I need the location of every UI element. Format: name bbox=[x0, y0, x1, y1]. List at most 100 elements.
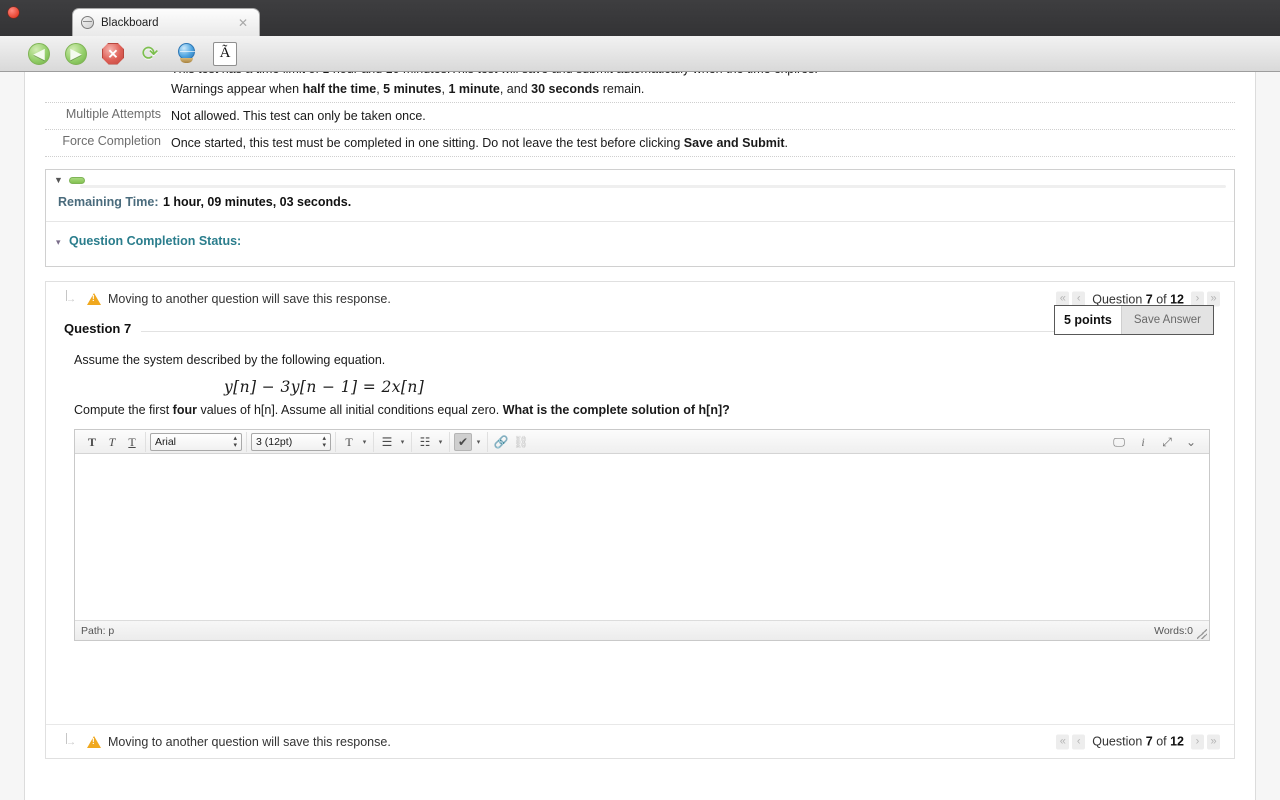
font-size-select[interactable]: 3 (12pt) ▴ ▾ bbox=[251, 432, 331, 451]
save-response-warning-bottom: Moving to another question will save thi… bbox=[64, 732, 391, 749]
table-row: Force Completion Once started, this test… bbox=[45, 130, 1235, 157]
chevron-down-icon[interactable]: ▾ bbox=[474, 433, 483, 451]
chevron-down-icon[interactable]: ▾ bbox=[360, 433, 369, 451]
globe-icon bbox=[81, 16, 94, 29]
reload-button[interactable]: ⟳ bbox=[137, 41, 163, 67]
warning-text: Moving to another question will save thi… bbox=[108, 734, 391, 749]
first-question-button[interactable]: « bbox=[1056, 734, 1070, 749]
numbered-list-group: ☷ ▾ bbox=[412, 431, 450, 452]
table-row: Timed Test This test has a time limit of… bbox=[45, 72, 1235, 103]
info-value: This test has a time limit of 1 hour and… bbox=[171, 72, 818, 99]
remaining-time-label: Remaining Time: bbox=[58, 195, 159, 209]
resize-handle[interactable] bbox=[1197, 629, 1207, 639]
spellcheck-group: ✔ ▾ bbox=[450, 431, 488, 452]
font-size-group: 3 (12pt) ▴ ▾ bbox=[247, 431, 336, 452]
globe-icon bbox=[178, 42, 195, 60]
table-row: Multiple Attempts Not allowed. This test… bbox=[45, 103, 1235, 130]
text-style-group: T T T bbox=[79, 431, 146, 452]
font-family-select[interactable]: Arial ▴ ▾ bbox=[150, 432, 242, 451]
link-group: 🔗 ⛓ bbox=[488, 432, 534, 452]
window-close-button[interactable] bbox=[8, 7, 19, 18]
numbered-list-button[interactable]: ☷ bbox=[416, 433, 434, 451]
last-question-button[interactable]: » bbox=[1207, 734, 1220, 749]
question-body: Assume the system described by the follo… bbox=[46, 338, 1234, 641]
forward-arrow-glyph: ▶ bbox=[70, 45, 82, 62]
stop-button[interactable]: ✕ bbox=[100, 41, 126, 67]
branch-arrow-icon bbox=[64, 290, 78, 305]
save-answer-button[interactable]: Save Answer bbox=[1120, 306, 1213, 334]
italic-button[interactable]: T bbox=[103, 433, 121, 451]
font-family-value: Arial bbox=[155, 435, 177, 448]
home-button[interactable] bbox=[174, 41, 200, 67]
reload-icon: ⟳ bbox=[141, 42, 159, 65]
remaining-time-value: 1 hour, 09 minutes, 03 seconds. bbox=[162, 195, 352, 209]
browser-tab-blackboard[interactable]: Blackboard ✕ bbox=[72, 8, 260, 36]
chevron-down-icon[interactable]: ▼ bbox=[54, 176, 63, 185]
bullet-list-button[interactable]: ☰ bbox=[378, 433, 396, 451]
question-completion-status-label[interactable]: Question Completion Status: bbox=[69, 234, 241, 248]
chevron-down-icon[interactable]: ▾ bbox=[436, 433, 445, 451]
page-viewport: Timed Test This test has a time limit of… bbox=[0, 72, 1280, 800]
chevron-down-icon[interactable]: ▾ bbox=[398, 433, 407, 451]
counter-prefix: Question bbox=[1092, 292, 1146, 306]
warnings-prefix: Warnings appear when bbox=[171, 82, 303, 96]
editor-content-area[interactable] bbox=[75, 454, 1209, 620]
preview-icon[interactable]: 🖵 bbox=[1111, 434, 1127, 450]
editor-toolbar-right-group: 🖵 i ⤢ ⌄ bbox=[1111, 434, 1205, 450]
warnings-suffix: remain. bbox=[599, 82, 645, 96]
branch-arrow-icon bbox=[64, 732, 78, 748]
underline-button[interactable]: T bbox=[123, 433, 141, 451]
time-progress-track bbox=[80, 185, 1226, 188]
info-label: Timed Test bbox=[45, 72, 171, 74]
window-titlebar: Blackboard ✕ bbox=[0, 0, 1280, 36]
browser-toolbar: ◀ ▶ ✕ ⟳ Ã bbox=[0, 36, 1280, 72]
question-prompt-line-2: Compute the first four values of h[n]. A… bbox=[74, 402, 1214, 419]
text-color-button[interactable]: T bbox=[340, 433, 358, 451]
back-arrow-glyph: ◀ bbox=[33, 45, 45, 62]
divider bbox=[64, 331, 1214, 332]
fullscreen-icon[interactable]: ⤢ bbox=[1159, 434, 1175, 450]
text-color-group: T ▾ bbox=[336, 431, 374, 452]
bold-button[interactable]: T bbox=[83, 433, 101, 451]
timer-panel-header[interactable]: ▼ bbox=[46, 170, 1234, 189]
question-counter: Question 7 of 12 bbox=[1092, 292, 1184, 306]
editor-word-count: Words:0 bbox=[1154, 624, 1193, 637]
warning-icon bbox=[87, 293, 101, 305]
info-label: Force Completion bbox=[62, 134, 161, 148]
warn-part-2: 5 minutes bbox=[383, 82, 442, 96]
question-prompt-line-1: Assume the system described by the follo… bbox=[74, 353, 386, 367]
save-response-warning: Moving to another question will save thi… bbox=[64, 290, 391, 306]
close-icon[interactable]: ✕ bbox=[235, 15, 251, 31]
unlink-icon[interactable]: ⛓ bbox=[512, 433, 530, 451]
counter-total: 12 bbox=[1170, 734, 1184, 749]
warn-part-4: 30 seconds bbox=[531, 82, 600, 96]
prompt2-bold-question: What is the complete solution of h[n]? bbox=[502, 403, 730, 417]
force-completion-bold: Save and Submit bbox=[683, 136, 785, 150]
previous-question-button[interactable]: ‹ bbox=[1072, 734, 1086, 749]
prompt2-bold-four: four bbox=[172, 403, 197, 417]
info-value: Not allowed. This test can only be taken… bbox=[171, 109, 426, 123]
font-settings-button[interactable]: Ã bbox=[213, 41, 237, 66]
counter-prefix: Question bbox=[1092, 734, 1146, 749]
globe-stand bbox=[180, 57, 193, 63]
question-title-row: Question 7 5 points Save Answer bbox=[46, 305, 1234, 338]
info-value: Once started, this test must be complete… bbox=[171, 133, 788, 153]
stepper-icon: ▴ ▾ bbox=[322, 434, 326, 449]
question-completion-status-row[interactable]: ▾ Question Completion Status: bbox=[46, 222, 1234, 266]
bullet-list-group: ☰ ▾ bbox=[374, 431, 412, 452]
info-icon[interactable]: i bbox=[1135, 434, 1151, 450]
counter-total: 12 bbox=[1170, 292, 1184, 306]
test-information-table: Timed Test This test has a time limit of… bbox=[25, 72, 1255, 157]
blackboard-page: Timed Test This test has a time limit of… bbox=[24, 72, 1256, 800]
question-bottom-nav-strip: Moving to another question will save thi… bbox=[46, 724, 1234, 758]
stepper-icon: ▴ ▾ bbox=[233, 434, 237, 449]
next-question-button[interactable]: › bbox=[1191, 734, 1204, 749]
chevron-down-icon[interactable]: ▾ bbox=[56, 237, 61, 247]
prompt2-pre: Compute the first bbox=[74, 403, 173, 417]
link-icon[interactable]: 🔗 bbox=[492, 433, 510, 451]
question-block: Moving to another question will save thi… bbox=[45, 281, 1235, 759]
spellcheck-button[interactable]: ✔ bbox=[454, 432, 472, 451]
chevron-double-down-icon[interactable]: ⌄ bbox=[1183, 434, 1199, 450]
forward-button[interactable]: ▶ bbox=[63, 41, 89, 67]
back-button[interactable]: ◀ bbox=[26, 41, 52, 67]
